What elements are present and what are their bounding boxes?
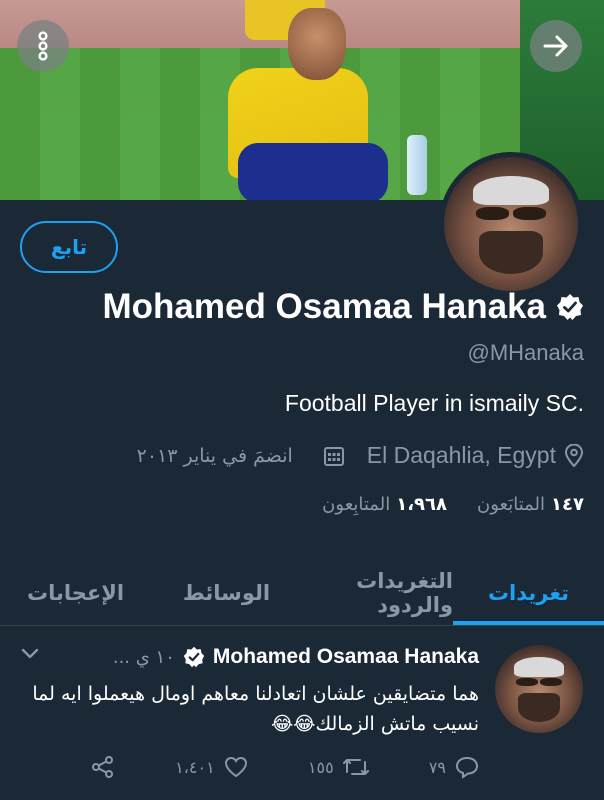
joined-date: انضمَ في يناير ٢٠١٣ — [136, 444, 293, 467]
profile-meta: انضمَ في يناير ٢٠١٣ El Daqahlia, Egypt — [137, 442, 584, 469]
reply-button[interactable]: ٧٩ — [429, 755, 480, 779]
retweet-count: ١٥٥ — [307, 757, 334, 777]
banner-player — [218, 8, 418, 200]
tweet-header: ١٠ ي ... Mohamed Osamaa Hanaka — [113, 645, 479, 669]
banner-water-bottle — [407, 135, 427, 195]
tweet-time: ١٠ ي ... — [112, 646, 175, 668]
tweet-text: هما متضايقين علشان اتعادلنا معاهم اومال … — [32, 683, 479, 735]
reply-count: ٧٩ — [428, 757, 446, 777]
profile-location: El Daqahlia, Egypt — [366, 442, 556, 468]
tweet-actions: ٧٩ ١٥٥ ١،٤٠١ — [90, 755, 480, 779]
verified-badge-icon — [183, 646, 205, 668]
like-count: ١،٤٠١ — [175, 757, 215, 777]
tweet-item[interactable]: ١٠ ي ... Mohamed Osamaa Hanaka هما متضاي… — [0, 627, 604, 800]
forward-button[interactable] — [530, 20, 582, 72]
following-stat[interactable]: ١٤٧المتابَعون — [477, 494, 584, 515]
heart-icon — [223, 755, 249, 779]
share-button[interactable] — [90, 755, 116, 779]
profile-bio: Football Player in ismaily SC. — [284, 390, 584, 416]
profile-stats: ١٤٧المتابَعون ١،٩٦٨المتابِعون — [322, 494, 584, 515]
tab-tweets[interactable]: تغريدات — [453, 560, 604, 625]
reply-icon — [454, 755, 480, 779]
retweet-icon — [342, 756, 370, 778]
profile-name: Mohamed Osamaa Hanaka — [102, 287, 546, 326]
share-icon — [90, 755, 116, 779]
more-options-button[interactable] — [17, 20, 69, 72]
arrow-right-icon — [541, 31, 571, 61]
verified-badge-icon — [556, 293, 584, 321]
follow-button[interactable]: تابع — [20, 221, 118, 273]
calendar-icon — [323, 445, 345, 467]
profile-name-row: Mohamed Osamaa Hanaka — [102, 287, 584, 327]
tab-media[interactable]: الوسائط — [151, 560, 302, 625]
profile-tabs: تغريدات التغريدات والردود الوسائط الإعجا… — [0, 560, 604, 626]
location-pin-icon — [564, 443, 584, 468]
tweet-author-name[interactable]: Mohamed Osamaa Hanaka — [213, 645, 479, 669]
followers-stat[interactable]: ١،٩٦٨المتابِعون — [322, 494, 447, 515]
like-button[interactable]: ١،٤٠١ — [175, 755, 249, 779]
profile-handle: @MHanaka — [467, 340, 585, 365]
profile-avatar[interactable] — [439, 152, 583, 296]
tweet-avatar[interactable] — [495, 645, 583, 733]
retweet-button[interactable]: ١٥٥ — [308, 755, 370, 779]
chevron-down-icon[interactable] — [20, 647, 40, 661]
tab-tweets-replies[interactable]: التغريدات والردود — [302, 560, 453, 625]
tab-likes[interactable]: الإعجابات — [0, 560, 151, 625]
more-vertical-icon — [31, 30, 55, 62]
